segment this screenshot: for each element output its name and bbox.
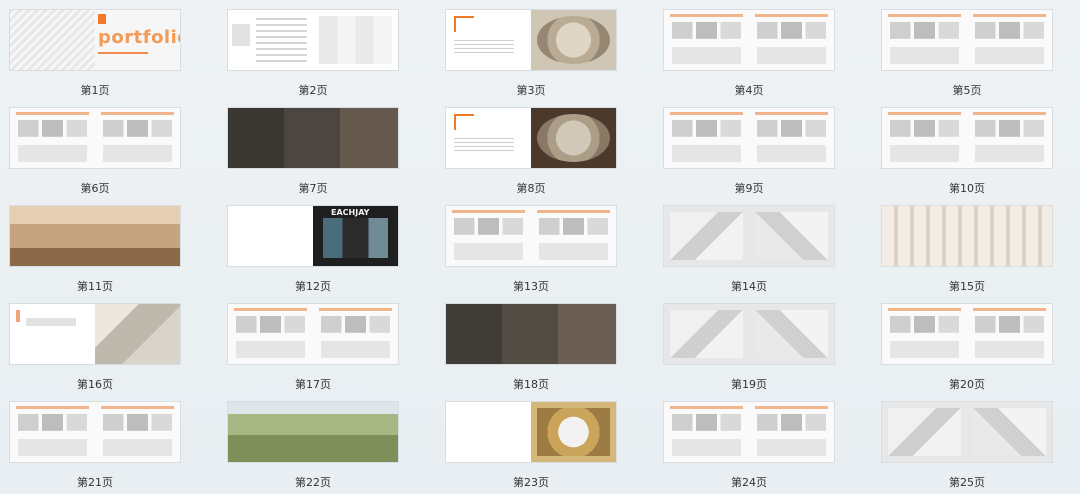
page-9-thumbnail[interactable] bbox=[664, 108, 834, 168]
page-2[interactable]: 第2页 bbox=[228, 10, 398, 102]
page-1-thumbnail[interactable]: portfolio bbox=[10, 10, 180, 70]
page-16[interactable]: 第16页 bbox=[10, 304, 180, 396]
page-label: 第8页 bbox=[516, 182, 546, 195]
page-label: 第23页 bbox=[513, 476, 549, 489]
page-12[interactable]: EACHJAY 第12页 bbox=[228, 206, 398, 298]
page-3-thumbnail[interactable] bbox=[446, 10, 616, 70]
page-3[interactable]: 第3页 bbox=[446, 10, 616, 102]
page-label: 第1页 bbox=[80, 84, 110, 97]
page-7-thumbnail[interactable] bbox=[228, 108, 398, 168]
page-22[interactable]: 第22页 bbox=[228, 402, 398, 494]
page-16-thumbnail[interactable] bbox=[10, 304, 180, 364]
store-brand: EACHJAY bbox=[331, 208, 370, 217]
page-10-thumbnail[interactable] bbox=[882, 108, 1052, 168]
page-23-thumbnail[interactable] bbox=[446, 402, 616, 462]
page-14-thumbnail[interactable] bbox=[664, 206, 834, 266]
page-label: 第25页 bbox=[949, 476, 985, 489]
page-1[interactable]: portfolio 第1页 bbox=[10, 10, 180, 102]
page-label: 第16页 bbox=[77, 378, 113, 391]
page-13-thumbnail[interactable] bbox=[446, 206, 616, 266]
page-4[interactable]: 第4页 bbox=[664, 10, 834, 102]
page-label: 第2页 bbox=[298, 84, 328, 97]
page-label: 第6页 bbox=[80, 182, 110, 195]
page-15[interactable]: 第15页 bbox=[882, 206, 1052, 298]
page-12-thumbnail[interactable]: EACHJAY bbox=[228, 206, 398, 266]
page-label: 第3页 bbox=[516, 84, 546, 97]
page-label: 第5页 bbox=[952, 84, 982, 97]
page-label: 第9页 bbox=[734, 182, 764, 195]
page-9[interactable]: 第9页 bbox=[664, 108, 834, 200]
logo-square-icon bbox=[98, 14, 106, 24]
page-label: 第11页 bbox=[77, 280, 113, 293]
page-22-thumbnail[interactable] bbox=[228, 402, 398, 462]
thumbnail-grid: portfolio 第1页 第2页 第3页 第4页 第5页 bbox=[0, 0, 1080, 494]
page-label: 第4页 bbox=[734, 84, 764, 97]
page-label: 第10页 bbox=[949, 182, 985, 195]
page-5-thumbnail[interactable] bbox=[882, 10, 1052, 70]
page-11-thumbnail[interactable] bbox=[10, 206, 180, 266]
page-21[interactable]: 第21页 bbox=[10, 402, 180, 494]
page-18-thumbnail[interactable] bbox=[446, 304, 616, 364]
page-13[interactable]: 第13页 bbox=[446, 206, 616, 298]
page-17-thumbnail[interactable] bbox=[228, 304, 398, 364]
page-8-thumbnail[interactable] bbox=[446, 108, 616, 168]
page-label: 第12页 bbox=[295, 280, 331, 293]
page-20-thumbnail[interactable] bbox=[882, 304, 1052, 364]
page-19-thumbnail[interactable] bbox=[664, 304, 834, 364]
page-label: 第20页 bbox=[949, 378, 985, 391]
page-label: 第13页 bbox=[513, 280, 549, 293]
page-24-thumbnail[interactable] bbox=[664, 402, 834, 462]
page-7[interactable]: 第7页 bbox=[228, 108, 398, 200]
page-25-thumbnail[interactable] bbox=[882, 402, 1052, 462]
page-4-thumbnail[interactable] bbox=[664, 10, 834, 70]
page-5[interactable]: 第5页 bbox=[882, 10, 1052, 102]
page-label: 第19页 bbox=[731, 378, 767, 391]
page-17[interactable]: 第17页 bbox=[228, 304, 398, 396]
page-label: 第7页 bbox=[298, 182, 328, 195]
page-11[interactable]: 第11页 bbox=[10, 206, 180, 298]
page-19[interactable]: 第19页 bbox=[664, 304, 834, 396]
page-21-thumbnail[interactable] bbox=[10, 402, 180, 462]
page-label: 第17页 bbox=[295, 378, 331, 391]
page-6[interactable]: 第6页 bbox=[10, 108, 180, 200]
page-8[interactable]: 第8页 bbox=[446, 108, 616, 200]
page-label: 第22页 bbox=[295, 476, 331, 489]
page-label: 第15页 bbox=[949, 280, 985, 293]
cover-title: portfolio bbox=[98, 27, 180, 48]
page-6-thumbnail[interactable] bbox=[10, 108, 180, 168]
page-25[interactable]: 第25页 bbox=[882, 402, 1052, 494]
page-15-thumbnail[interactable] bbox=[882, 206, 1052, 266]
page-2-thumbnail[interactable] bbox=[228, 10, 398, 70]
page-24[interactable]: 第24页 bbox=[664, 402, 834, 494]
page-23[interactable]: 第23页 bbox=[446, 402, 616, 494]
page-label: 第24页 bbox=[731, 476, 767, 489]
page-label: 第21页 bbox=[77, 476, 113, 489]
page-label: 第14页 bbox=[731, 280, 767, 293]
title-underline bbox=[98, 52, 148, 54]
page-10[interactable]: 第10页 bbox=[882, 108, 1052, 200]
page-label: 第18页 bbox=[513, 378, 549, 391]
page-14[interactable]: 第14页 bbox=[664, 206, 834, 298]
page-20[interactable]: 第20页 bbox=[882, 304, 1052, 396]
page-18[interactable]: 第18页 bbox=[446, 304, 616, 396]
